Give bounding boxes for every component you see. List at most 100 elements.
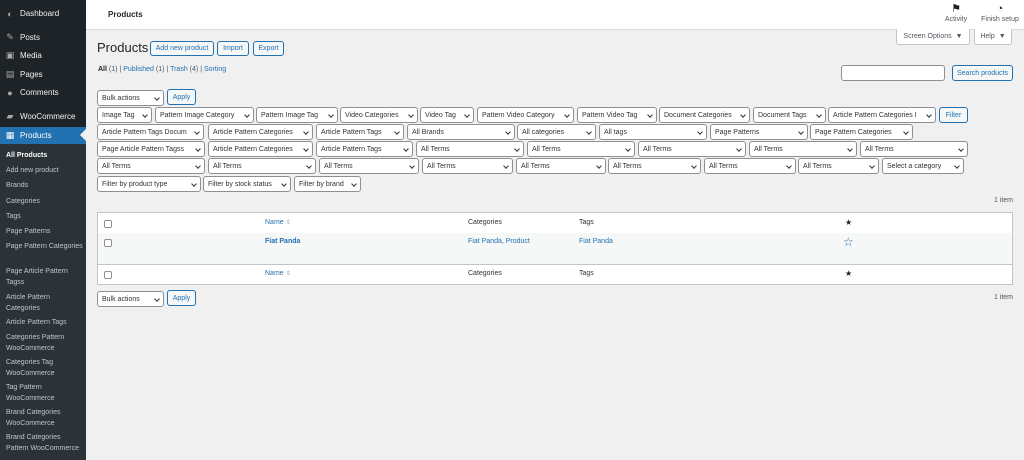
search-input[interactable] <box>841 65 945 81</box>
filter-image-tag[interactable]: Image Tag <box>97 107 152 123</box>
filter-all-terms[interactable]: All Terms <box>208 158 316 174</box>
menu-posts[interactable]: ✎ Posts <box>0 29 86 46</box>
product-tags-link[interactable]: Fiat Panda <box>579 238 613 245</box>
filter-pattern-video-tag[interactable]: Pattern Video Tag <box>577 107 657 123</box>
bulk-actions-select-bottom[interactable]: Bulk actions <box>97 291 164 307</box>
help-button[interactable]: Help ▼ <box>974 29 1012 45</box>
submenu-brand-categories-woocommerce[interactable]: Brand Categories WooCommerce <box>6 407 84 429</box>
column-footer-categories: Categories <box>468 270 502 277</box>
submenu-categories[interactable]: Categories <box>6 196 84 207</box>
submenu-categories-tag-woocommerce[interactable]: Categories Tag WooCommerce <box>6 357 84 379</box>
menu-comments[interactable]: ● Comments <box>0 84 86 101</box>
product-categories-links[interactable]: Fiat Panda, Product <box>468 238 530 245</box>
filter-article-pattern-categories[interactable]: Article Pattern Categories <box>208 124 313 140</box>
filter-all-terms[interactable]: All Terms <box>527 141 635 157</box>
woocommerce-header: Products ⚑ Activity ◔ Finish setup <box>86 0 1024 30</box>
filter-page-article-pattern-tagss[interactable]: Page Article Pattern Tagss <box>97 141 205 157</box>
apply-button[interactable]: Apply <box>167 89 196 105</box>
menu-dashboard[interactable]: ◐ Dashboard <box>0 5 86 22</box>
filter-all-terms[interactable]: All Terms <box>798 158 879 174</box>
filter-video-categories[interactable]: Video Categories <box>340 107 418 123</box>
filter-select-a-category[interactable]: Select a category <box>882 158 964 174</box>
view-published[interactable]: Published <box>123 66 154 73</box>
filter-pattern-image-tag[interactable]: Pattern Image Tag <box>256 107 338 123</box>
filter-article-pattern-categories-2[interactable]: Article Pattern Categories <box>208 141 313 157</box>
pages-icon: ▤ <box>5 69 15 79</box>
export-button[interactable]: Export <box>253 41 284 56</box>
submenu-page-pattern-categories[interactable]: Page Pattern Categories <box>6 241 84 252</box>
filter-pattern-video-category[interactable]: Pattern Video Category <box>477 107 574 123</box>
apply-button-bottom[interactable]: Apply <box>167 290 196 306</box>
product-name-link[interactable]: Fiat Panda <box>265 238 300 245</box>
select-all-checkbox[interactable] <box>104 220 112 228</box>
filter-article-pattern-tags-2[interactable]: Article Pattern Tags <box>316 141 413 157</box>
finish-setup-button[interactable]: ◔ Finish setup <box>978 3 1022 23</box>
submenu-add-new-product[interactable]: Add new product <box>6 165 84 176</box>
column-footer-name[interactable]: Name ⇕ <box>265 270 291 277</box>
activity-button[interactable]: ⚑ Activity <box>942 3 970 23</box>
filter-all-terms[interactable]: All Terms <box>608 158 701 174</box>
filter-all-terms[interactable]: All Terms <box>516 158 606 174</box>
menu-products[interactable]: ▦ Products <box>0 127 86 144</box>
menu-woocommerce[interactable]: ▰ WooCommerce <box>0 108 86 125</box>
filter-button[interactable]: Filter <box>939 107 968 123</box>
column-name-label: Name <box>265 270 284 277</box>
view-sorting[interactable]: Sorting <box>204 66 226 73</box>
sort-icon: ⇕ <box>285 271 291 277</box>
row-checkbox[interactable] <box>104 239 112 247</box>
filter-by-stock-status[interactable]: Filter by stock status <box>203 176 291 192</box>
filter-all-categories[interactable]: All categories <box>517 124 596 140</box>
filter-all-terms[interactable]: All Terms <box>749 141 857 157</box>
menu-pages[interactable]: ▤ Pages <box>0 66 86 83</box>
screen-options-button[interactable]: Screen Options ▼ <box>896 29 970 45</box>
footer-divider <box>98 264 1012 265</box>
submenu-all-products[interactable]: All Products <box>6 150 84 161</box>
filter-all-terms[interactable]: All Terms <box>422 158 513 174</box>
filter-page-pattern-categories[interactable]: Page Pattern Categories <box>810 124 913 140</box>
filter-article-pattern-categories-i[interactable]: Article Pattern Categories I <box>828 107 936 123</box>
submenu-article-pattern-tags[interactable]: Article Pattern Tags <box>6 317 84 328</box>
filter-by-brand[interactable]: Filter by brand <box>294 176 361 192</box>
submenu-brand-categories-pattern-woocommerce[interactable]: Brand Categories Pattern WooCommerce <box>6 432 84 454</box>
submenu-brands[interactable]: Brands <box>6 180 84 191</box>
filter-video-tag[interactable]: Video Tag <box>420 107 474 123</box>
submenu-tags[interactable]: Tags <box>6 211 84 222</box>
submenu-tag-pattern-woocommerce[interactable]: Tag Pattern WooCommerce <box>6 382 84 404</box>
table-row: Fiat Panda Fiat Panda, Product Fiat Pand… <box>98 233 1012 264</box>
search-products-button[interactable]: Search products <box>952 65 1013 81</box>
filter-all-terms[interactable]: All Terms <box>319 158 419 174</box>
featured-star-icon[interactable]: ☆ <box>843 235 854 249</box>
filter-article-pattern-tags[interactable]: Article Pattern Tags <box>316 124 404 140</box>
filter-document-categories[interactable]: Document Categories <box>659 107 750 123</box>
filter-all-terms[interactable]: All Terms <box>860 141 968 157</box>
filter-all-terms[interactable]: All Terms <box>704 158 796 174</box>
filter-all-terms[interactable]: All Terms <box>638 141 746 157</box>
select-all-checkbox-footer[interactable] <box>104 271 112 279</box>
column-header-name[interactable]: Name ⇕ <box>265 219 291 226</box>
filter-page-patterns[interactable]: Page Patterns <box>710 124 808 140</box>
submenu-page-patterns[interactable]: Page Patterns <box>6 226 84 237</box>
view-trash[interactable]: Trash <box>170 66 188 73</box>
bulk-actions-select[interactable]: Bulk actions <box>97 90 164 106</box>
filter-article-pattern-tags-docum[interactable]: Article Pattern Tags Docum <box>97 124 204 140</box>
submenu-page-article-pattern-tagss[interactable]: Page Article Pattern Tagss <box>6 266 84 288</box>
caret-down-icon: ▼ <box>998 33 1006 40</box>
filter-document-tags[interactable]: Document Tags <box>753 107 826 123</box>
menu-media[interactable]: ▣ Media <box>0 47 86 64</box>
filter-all-brands[interactable]: All Brands <box>407 124 515 140</box>
view-all[interactable]: All <box>98 66 107 73</box>
header-title: Products <box>108 10 143 19</box>
filter-pattern-image-category[interactable]: Pattern Image Category <box>155 107 254 123</box>
submenu-categories-pattern-woocommerce[interactable]: Categories Pattern WooCommerce <box>6 332 84 354</box>
import-button[interactable]: Import <box>217 41 249 56</box>
featured-column-icon[interactable]: ★ <box>845 218 852 227</box>
progress-circle-icon: ◔ <box>996 3 1004 15</box>
filter-by-product-type[interactable]: Filter by product type <box>97 176 201 192</box>
filter-all-terms[interactable]: All Terms <box>97 158 205 174</box>
submenu-article-pattern-categories[interactable]: Article Pattern Categories <box>6 292 84 314</box>
filter-all-tags[interactable]: All tags <box>599 124 707 140</box>
add-new-product-button[interactable]: Add new product <box>150 41 214 56</box>
filter-all-terms[interactable]: All Terms <box>416 141 524 157</box>
dashboard-icon: ◐ <box>7 8 13 19</box>
featured-column-icon[interactable]: ★ <box>845 269 852 278</box>
